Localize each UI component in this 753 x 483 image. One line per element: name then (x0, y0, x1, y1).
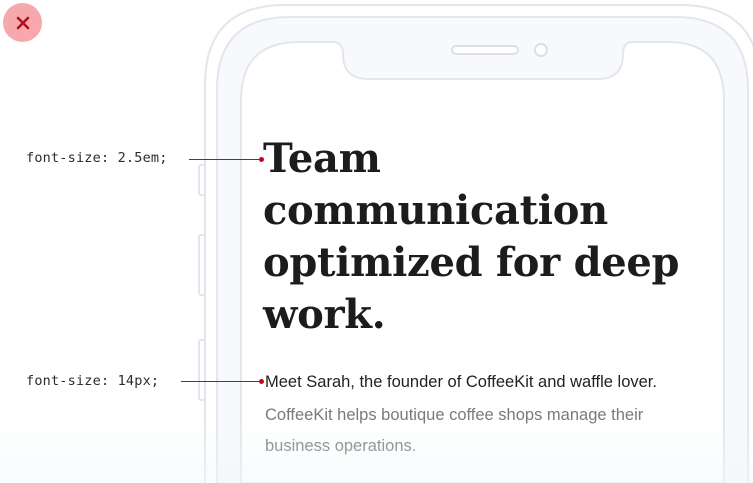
close-button[interactable] (3, 3, 42, 42)
headline-line: communication (263, 187, 608, 234)
screen-lead-text: Meet Sarah, the founder of CoffeeKit and… (265, 373, 657, 391)
phone-side-button (198, 164, 206, 196)
close-icon (16, 16, 29, 29)
headline-line: optimized for deep (263, 239, 680, 286)
headline-line: Team (263, 135, 381, 182)
phone-side-button (198, 234, 206, 296)
phone-side-button (198, 339, 206, 401)
body-leader-dot (259, 379, 264, 384)
body-font-size-annotation: font-size: 14px; (26, 373, 160, 389)
speaker-grille-icon (451, 45, 519, 55)
body-line: CoffeeKit helps boutique coffee shops ma… (265, 406, 644, 424)
headline-font-size-annotation: font-size: 2.5em; (26, 150, 168, 166)
headline-line: work. (263, 291, 386, 338)
body-line: business operations. (265, 437, 417, 455)
body-leader-line (181, 381, 261, 382)
camera-icon (534, 43, 548, 57)
screen-body-text: CoffeeKit helps boutique coffee shops ma… (265, 400, 725, 462)
screen-headline: Team communication optimized for deep wo… (263, 133, 733, 341)
headline-leader-line (189, 159, 261, 160)
